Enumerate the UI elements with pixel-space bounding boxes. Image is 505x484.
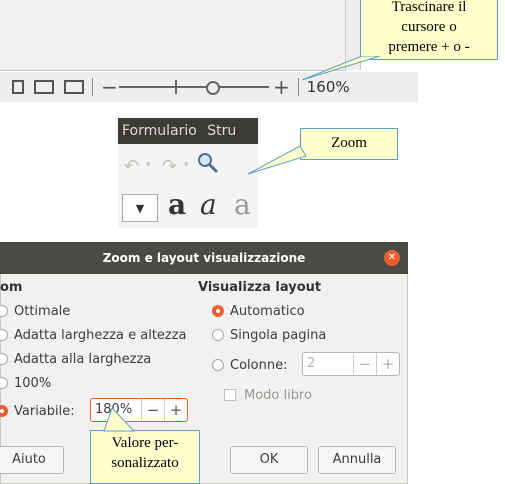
zoom-callout: Zoom [300,128,398,160]
zoom-out-button[interactable]: − [101,75,118,99]
zoom-option-label: 100% [14,375,52,391]
zoom-option-label: Adatta larghezza e altezza [14,327,187,343]
slider-callout-pointer [301,56,380,81]
zoom-slider-track [119,86,269,88]
layout-section-heading: Visualizza layout [198,280,322,295]
variable-zoom-increase-button[interactable]: + [164,399,187,421]
layout-option-columns[interactable]: Colonne: [212,356,287,374]
radio-automatic[interactable] [212,305,224,317]
columns-spinbox[interactable]: 2 − + [302,352,400,376]
zoom-in-button[interactable]: + [273,75,290,99]
custom-callout-line: Valore per- [111,435,179,451]
radio-fit-width[interactable] [0,353,8,365]
slider-callout-line: premere + o - [388,39,470,55]
zoom-option-fit-width-height[interactable]: Adatta larghezza e altezza [0,326,187,344]
custom-callout-pointer [103,408,136,432]
underline-icon[interactable]: a [234,188,254,221]
zoom-slider-100-mark [175,80,177,94]
multi-page-view-icon[interactable] [34,80,54,94]
close-icon[interactable]: ✕ [384,250,400,266]
zoom-magnifier-icon[interactable] [196,151,218,173]
book-mode-checkbox[interactable] [224,389,236,401]
layout-option-label: Colonne: [230,357,288,373]
menu-item-formulario[interactable]: Formulario [122,123,197,139]
zoom-option-fit-width[interactable]: Adatta alla larghezza [0,350,151,368]
columns-input[interactable]: 2 [303,353,353,375]
zoom-callout-pointer [247,146,306,175]
radio-variable[interactable] [0,405,8,417]
book-view-icon[interactable] [64,80,84,94]
zoom-slider[interactable] [119,80,269,95]
zoom-option-variable[interactable]: Variabile: [0,402,75,420]
radio-single-page[interactable] [212,329,224,341]
zoom-option-label: Ottimale [14,303,71,319]
single-page-view-icon[interactable] [12,80,24,94]
bold-icon[interactable]: a [168,188,186,221]
variable-zoom-decrease-button[interactable]: − [141,399,164,421]
radio-fit-width-height[interactable] [0,329,8,341]
help-button[interactable]: Aiuto [0,446,64,474]
status-separator [92,78,93,96]
layout-option-label: Automatico [230,303,305,319]
book-mode-label: Modo libro [244,387,312,403]
zoom-slider-handle[interactable] [206,81,220,95]
menu-bar: Formulario Stru [118,118,258,144]
undo-dropdown-icon[interactable]: ▾ [146,160,151,170]
slider-callout-line: Trascinare il [391,0,467,15]
radio-100[interactable] [0,377,8,389]
layout-option-automatic[interactable]: Automatico [212,302,305,320]
book-mode-option[interactable]: Modo libro [224,386,312,404]
radio-optimal[interactable] [0,305,8,317]
zoom-option-label: Variabile: [14,403,75,419]
ok-button[interactable]: OK [230,446,308,474]
status-separator [297,78,299,96]
slider-callout: Trascinare il cursore o premere + o - [360,0,498,60]
columns-decrease-button[interactable]: − [353,353,376,375]
zoom-option-optimal[interactable]: Ottimale [0,302,70,320]
font-dropdown-button[interactable]: ▼ [122,194,158,222]
zoom-section-heading: om [0,280,23,295]
menu-item-strumenti[interactable]: Stru [207,123,236,139]
columns-increase-button[interactable]: + [376,353,399,375]
italic-icon[interactable]: a [200,188,217,221]
document-area [0,0,346,71]
redo-icon[interactable]: ↷ [162,156,177,177]
zoom-option-label: Adatta alla larghezza [14,351,152,367]
radio-columns[interactable] [212,359,224,371]
slider-callout-line: cursore o [401,19,457,35]
undo-icon[interactable]: ↶ [124,156,139,177]
custom-value-callout: Valore per- sonalizzato [90,430,200,484]
custom-callout-line: sonalizzato [111,455,179,471]
redo-dropdown-icon[interactable]: ▾ [184,160,189,170]
cancel-button[interactable]: Annulla [318,446,396,474]
dialog-title: Zoom e layout visualizzazione [0,242,408,274]
zoom-option-100[interactable]: 100% [0,374,51,392]
layout-option-label: Singola pagina [230,327,327,343]
layout-option-single-page[interactable]: Singola pagina [212,326,326,344]
